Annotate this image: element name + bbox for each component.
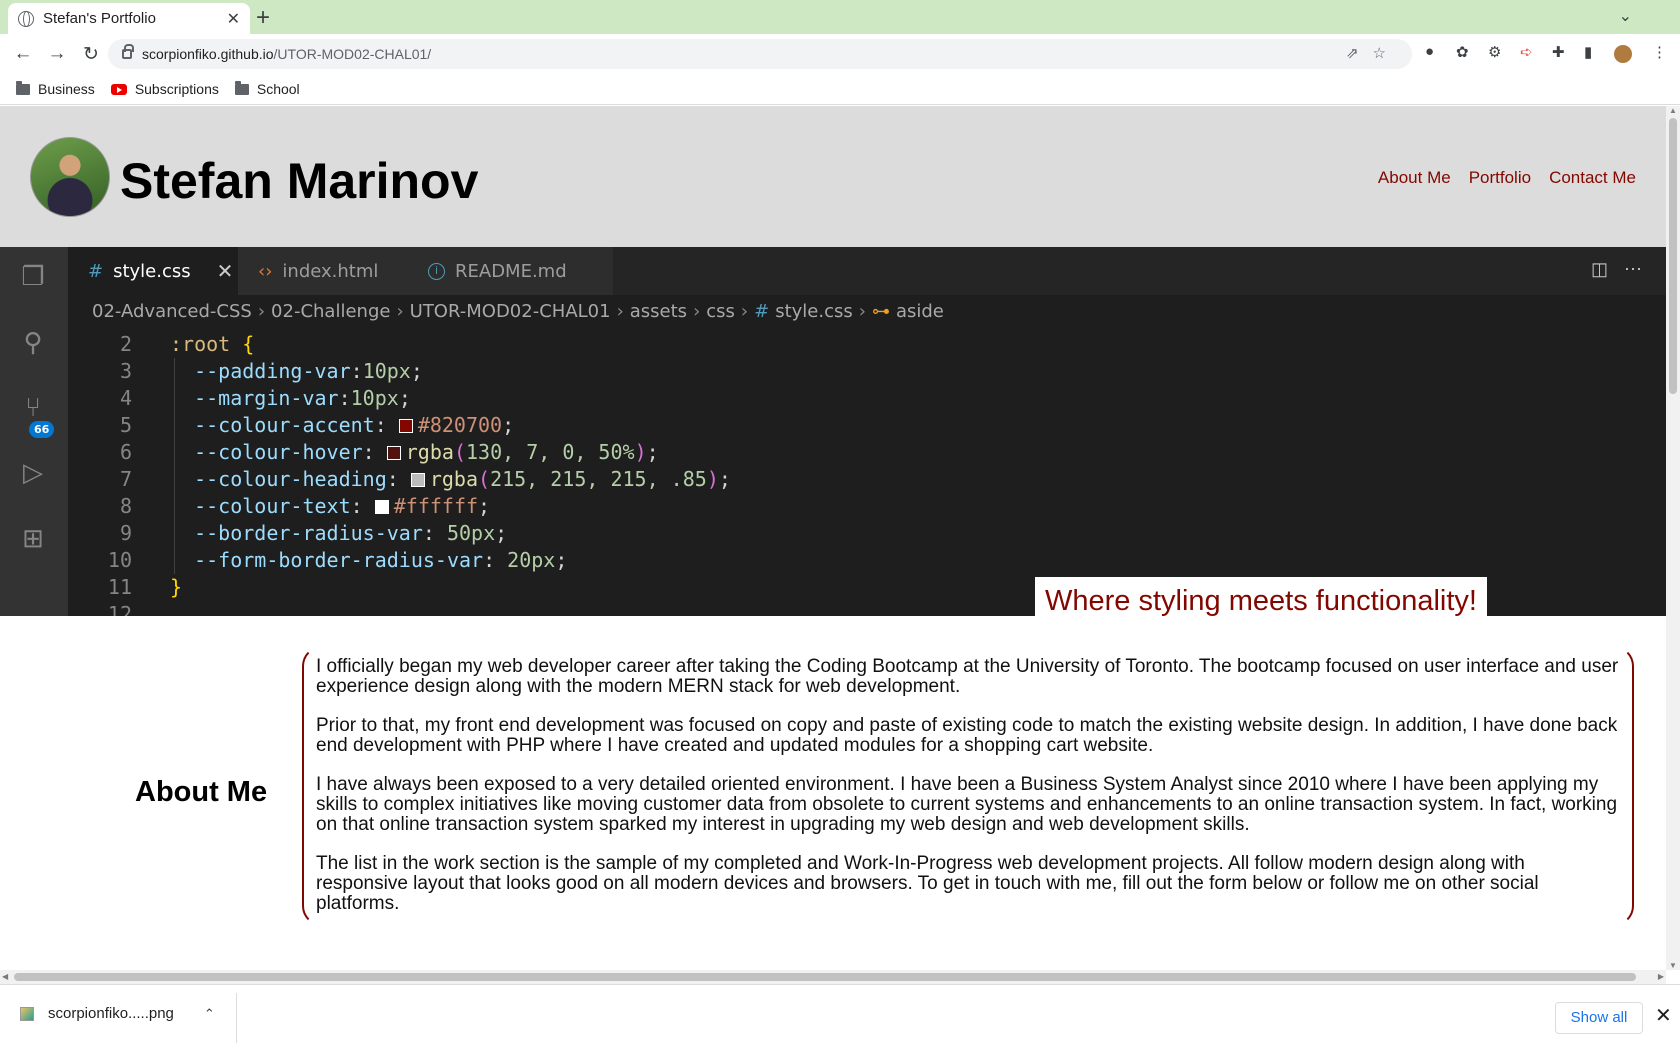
css-file-icon: # [754,301,770,322]
arrow-extension-icon[interactable]: ➪ [1520,43,1533,61]
close-icon: ✕ [216,259,234,283]
about-paragraph: I have always been exposed to a very det… [316,774,1618,835]
url-path: /UTOR-MOD02-CHAL01/ [273,46,432,62]
scroll-right-arrow-icon[interactable]: ▶ [1658,972,1664,981]
vscode-activity-bar: ❐ ⚲ ⑂ 66 ▷ ⊞ [0,247,68,616]
editor-tab-index-html: ‹› index.html [238,247,408,295]
editor-tab-style-css: # style.css ✕ [68,247,238,295]
symbol-icon: ⊶ [871,301,890,322]
paw-extension-icon[interactable]: ✿ [1456,43,1469,61]
site-name: Stefan Marinov [120,153,479,209]
folder-icon [16,80,30,95]
editor-tabs: # style.css ✕ ‹› index.html i README.md … [68,247,1666,295]
lock-icon[interactable] [122,44,134,59]
editor-tab-readme: i README.md [408,247,613,295]
color-swatch [410,473,425,487]
show-all-button[interactable]: Show all [1555,1002,1643,1034]
hero-tagline: Where styling meets functionality! [1035,577,1487,616]
site-nav: About Me Portfolio Contact Me [1378,168,1636,188]
gear-extension-icon[interactable]: ⚙ [1488,43,1501,61]
reload-button[interactable]: ↻ [80,43,102,66]
bookmark-business[interactable]: Business [16,80,95,97]
horizontal-scrollbar[interactable]: ◀ ▶ [0,970,1666,984]
profile-photo [30,137,110,217]
hero-banner: ❐ ⚲ ⑂ 66 ▷ ⊞ # style.css ✕ ‹› index.html… [0,247,1666,616]
source-control-badge: 66 [29,421,55,438]
about-content: I officially began my web developer care… [302,646,1634,926]
youtube-icon [110,83,127,95]
nav-contact-me[interactable]: Contact Me [1549,168,1636,188]
info-icon: i [428,262,445,280]
bookmark-star-icon[interactable]: ☆ [1373,45,1400,62]
nav-about-me[interactable]: About Me [1378,168,1451,188]
share-icon[interactable]: ⇗ [1346,45,1373,62]
extensions-icon: ⊞ [22,523,44,553]
image-file-icon [20,1006,34,1021]
close-icon[interactable]: ✕ [1655,1003,1672,1028]
about-section: About Me I officially began my web devel… [0,616,1666,970]
about-paragraph: Prior to that, my front end development … [316,715,1618,756]
download-filename: scorpionfiko.....png [48,1005,174,1022]
browser-toolbar: ← → ↻ scorpionfiko.github.io/UTOR-MOD02-… [0,34,1680,74]
bookmarks-bar: Business Subscriptions School [0,74,1680,105]
web-page: Stefan Marinov About Me Portfolio Contac… [0,106,1666,970]
close-tab-icon[interactable]: ✕ [227,9,240,29]
nav-portfolio[interactable]: Portfolio [1469,168,1531,188]
puzzle-extensions-icon[interactable]: ✚ [1552,43,1565,61]
address-bar[interactable]: scorpionfiko.github.io/UTOR-MOD02-CHAL01… [108,39,1412,69]
url-host: scorpionfiko.github.io [142,46,274,62]
split-editor-icon: ◫⋯ [1590,259,1658,279]
color-swatch [374,500,389,514]
download-bar: scorpionfiko.....png ⌃ Show all ✕ [0,984,1680,1050]
horizontal-scroll-thumb[interactable] [14,973,1636,981]
divider [236,993,237,1043]
tab-search-chevron-icon[interactable]: ⌄ [1619,6,1632,26]
menu-kebab-icon[interactable]: ⋮ [1652,43,1667,61]
download-item[interactable]: scorpionfiko.....png ⌃ [20,1005,215,1022]
about-title: About Me [135,776,268,808]
code-editor: 2:root { 3 --padding-var:10px; 4 --margi… [107,332,731,616]
tab-strip: Stefan's Portfolio ✕ + ⌄ [0,0,1680,34]
tab-title: Stefan's Portfolio [43,10,156,27]
profile-avatar[interactable] [1614,45,1632,63]
scroll-down-arrow-icon[interactable]: ▼ [1669,961,1677,970]
scroll-up-arrow-icon[interactable]: ▲ [1669,106,1677,115]
scroll-left-arrow-icon[interactable]: ◀ [2,972,8,981]
vertical-scrollbar[interactable]: ▲ ▼ [1666,106,1680,970]
back-button[interactable]: ← [12,43,34,65]
html-file-icon: ‹› [258,260,273,282]
site-header: Stefan Marinov About Me Portfolio Contac… [0,106,1666,247]
new-tab-button[interactable]: + [256,4,270,32]
browser-tab[interactable]: Stefan's Portfolio ✕ [8,3,250,34]
folder-icon [234,80,249,95]
vertical-scroll-thumb[interactable] [1669,118,1677,394]
run-debug-icon: ▷ [23,457,43,487]
color-swatch [398,419,413,433]
forward-button[interactable]: → [46,43,68,65]
side-panel-icon[interactable]: ▮ [1584,43,1592,61]
about-paragraph: I officially began my web developer care… [316,656,1619,697]
cookie-extension-icon[interactable]: ● [1425,43,1434,60]
source-control-icon: ⑂ [25,392,41,422]
globe-icon [18,10,34,27]
chevron-up-icon[interactable]: ⌃ [204,1006,215,1022]
explorer-icon: ❐ [21,261,45,291]
css-file-icon: # [88,260,104,282]
about-paragraph: The list in the work section is the samp… [316,853,1539,914]
bookmark-school[interactable]: School [234,80,300,97]
bookmark-subscriptions[interactable]: Subscriptions [110,81,219,97]
editor-breadcrumb: 02-Advanced-CSS › 02-Challenge › UTOR-MOD02-… [92,301,944,322]
search-icon: ⚲ [23,327,43,357]
color-swatch [386,446,401,460]
